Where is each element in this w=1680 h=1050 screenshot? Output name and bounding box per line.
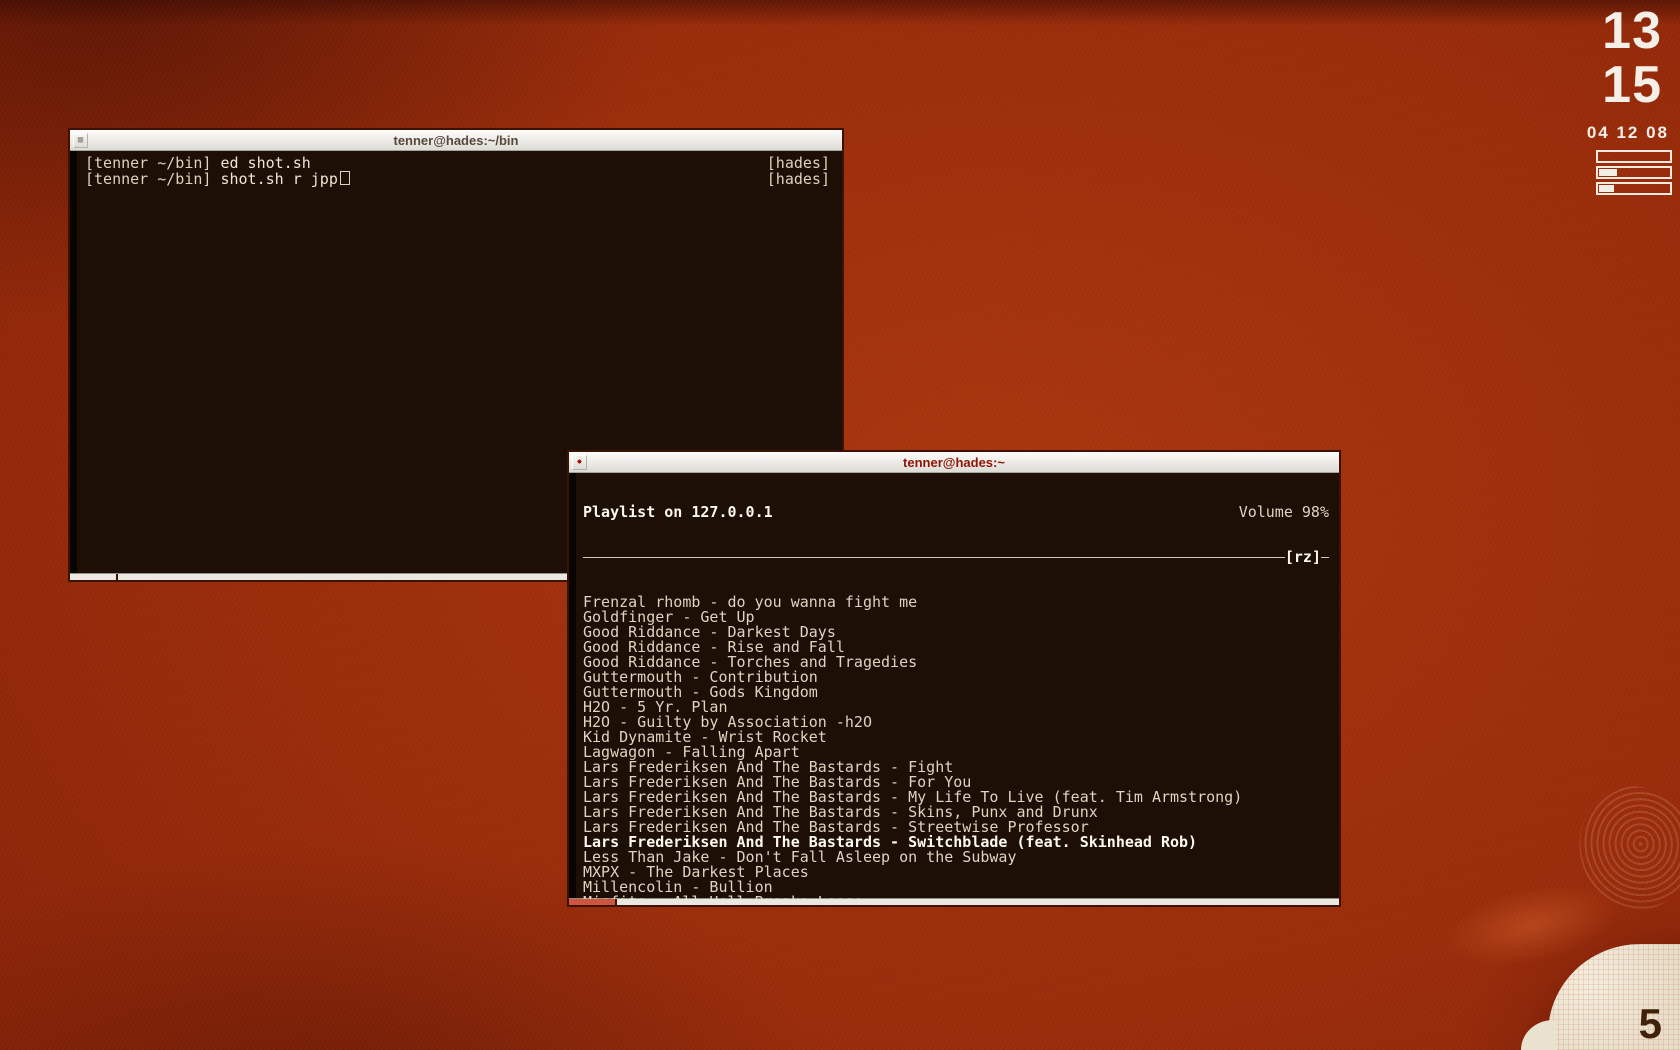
playlist-track[interactable]: Good Riddance - Darkest Days [569, 625, 1339, 640]
status-meter [1596, 182, 1672, 195]
window-menu-button[interactable]: ✸ [572, 454, 587, 470]
volume-indicator: Volume 98% [1238, 503, 1329, 521]
playlist-title: Playlist on 127.0.0.1 [583, 503, 773, 521]
header-separator: [rz] [569, 550, 1339, 565]
playlist-track[interactable]: Guttermouth - Contribution [569, 670, 1339, 685]
player-window-title: tenner@hades:~ [903, 454, 1005, 470]
player-screen: Playlist on 127.0.0.1 Volume 98% [rz] Fr… [569, 473, 1339, 899]
playlist-track[interactable]: Goldfinger - Get Up [569, 610, 1339, 625]
terminal-cursor [339, 171, 350, 185]
clock-hour: 13 [1602, 2, 1662, 60]
playlist-track[interactable]: Frenzal rhomb - do you wanna fight me [569, 595, 1339, 610]
playlist-header: Playlist on 127.0.0.1 Volume 98% [569, 505, 1339, 520]
clock-minute: 15 [1602, 56, 1662, 114]
playlist-track[interactable]: Lars Frederiksen And The Bastards - For … [569, 775, 1339, 790]
terminal-window-title: tenner@hades:~/bin [393, 132, 519, 148]
window-menu-icon: ✸ [576, 456, 583, 467]
mode-flags: [rz] [1284, 548, 1321, 566]
status-meters [1582, 150, 1672, 195]
window-resize-handle[interactable] [569, 899, 617, 905]
window-menu-button[interactable]: ▦ [73, 132, 88, 148]
window-menu-icon: ▦ [77, 134, 84, 145]
playlist: Frenzal rhomb - do you wanna fight me Gol… [569, 595, 1339, 899]
playlist-track[interactable]: Good Riddance - Rise and Fall [569, 640, 1339, 655]
playlist-track[interactable]: Millencolin - Bullion [569, 880, 1339, 895]
playlist-track[interactable]: Lars Frederiksen And The Bastards - Skin… [569, 805, 1339, 820]
playlist-track[interactable]: Lars Frederiksen And The Bastards - Stre… [569, 820, 1339, 835]
playlist-track[interactable]: Lars Frederiksen And The Bastards - Swit… [569, 835, 1339, 850]
status-meter [1596, 166, 1672, 179]
status-meter [1596, 150, 1672, 163]
playlist-track[interactable]: Less Than Jake - Don't Fall Asleep on th… [569, 850, 1339, 865]
playlist-track[interactable]: Lars Frederiksen And The Bastards - Figh… [569, 760, 1339, 775]
wallpaper-number-5: 5 [1638, 1000, 1662, 1047]
playlist-track[interactable]: Misfits - All Hell Breaks Loose [569, 895, 1339, 899]
window-resize-bar[interactable] [569, 898, 1339, 905]
terminal-titlebar[interactable]: ▦ tenner@hades:~/bin [70, 130, 842, 151]
clock-date: 04 12 08 [1586, 123, 1669, 142]
playlist-track[interactable]: MXPX - The Darkest Places [569, 865, 1339, 880]
playlist-track[interactable]: H2O - 5 Yr. Plan [569, 700, 1339, 715]
terminal-line: [tenner ~/bin] ed shot.sh [hades] [85, 154, 830, 172]
clock-widget: 13 15 04 12 08 [1582, 2, 1672, 195]
playlist-track[interactable]: Guttermouth - Gods Kingdom [569, 685, 1339, 700]
terminal-lines: [tenner ~/bin] ed shot.sh [hades] [tenner … [70, 151, 842, 187]
player-titlebar[interactable]: ✸ tenner@hades:~ [569, 452, 1339, 473]
window-resize-handle[interactable] [70, 574, 118, 580]
player-content[interactable]: Playlist on 127.0.0.1 Volume 98% [rz] Fr… [569, 473, 1339, 899]
playlist-track[interactable]: Lars Frederiksen And The Bastards - My L… [569, 790, 1339, 805]
playlist-track[interactable]: H2O - Guilty by Association -h2O [569, 715, 1339, 730]
playlist-track[interactable]: Lagwagon - Falling Apart [569, 745, 1339, 760]
player-window: ✸ tenner@hades:~ Playlist on 127.0.0.1 V… [567, 450, 1341, 907]
terminal-scrollbar[interactable] [70, 151, 77, 574]
terminal-line: [tenner ~/bin] shot.sh r jpp [hades] [85, 170, 830, 188]
playlist-track[interactable]: Good Riddance - Torches and Tragedies [569, 655, 1339, 670]
playlist-track[interactable]: Kid Dynamite - Wrist Rocket [569, 730, 1339, 745]
